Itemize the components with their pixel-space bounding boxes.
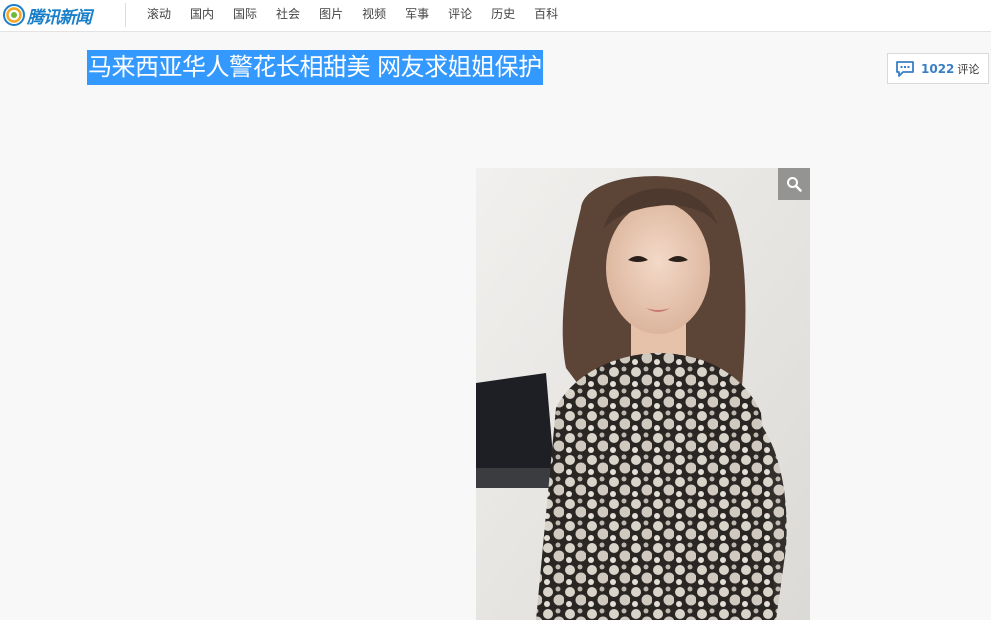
- comment-bubble-icon: [896, 60, 914, 77]
- nav-item-domestic[interactable]: 国内: [190, 5, 214, 22]
- logo-text: 腾讯新闻: [27, 7, 92, 28]
- nav-item-military[interactable]: 军事: [405, 5, 429, 22]
- nav-item-international[interactable]: 国际: [233, 5, 257, 22]
- nav-item-video[interactable]: 视频: [362, 5, 386, 22]
- magnifier-icon: [787, 177, 802, 192]
- comments-button[interactable]: 1022 评论: [887, 53, 989, 84]
- comment-label: 评论: [957, 62, 980, 76]
- nav-item-society[interactable]: 社会: [276, 5, 300, 22]
- tencent-logo-icon: [3, 4, 25, 26]
- zoom-button[interactable]: [778, 168, 810, 200]
- headline-container: 马来西亚华人警花长相甜美 网友求姐姐保护: [87, 50, 543, 85]
- site-logo[interactable]: 腾讯新闻: [3, 3, 92, 28]
- article-photo[interactable]: [476, 168, 810, 620]
- nav-item-commentary[interactable]: 评论: [448, 5, 472, 22]
- comment-count: 1022: [921, 61, 955, 76]
- channel-nav: 滚动 国内 国际 社会 图片 视频 军事 评论 历史 百科: [147, 0, 577, 26]
- article-headline[interactable]: 马来西亚华人警花长相甜美 网友求姐姐保护: [87, 50, 543, 85]
- nav-item-pictures[interactable]: 图片: [319, 5, 343, 22]
- article-photo-image: [476, 168, 810, 620]
- nav-item-encyclopedia[interactable]: 百科: [534, 5, 558, 22]
- top-nav-bar: 腾讯新闻 滚动 国内 国际 社会 图片 视频 军事 评论 历史 百科: [0, 0, 991, 32]
- nav-item-history[interactable]: 历史: [491, 5, 515, 22]
- nav-divider: [125, 3, 126, 27]
- nav-item-scroll[interactable]: 滚动: [147, 5, 171, 22]
